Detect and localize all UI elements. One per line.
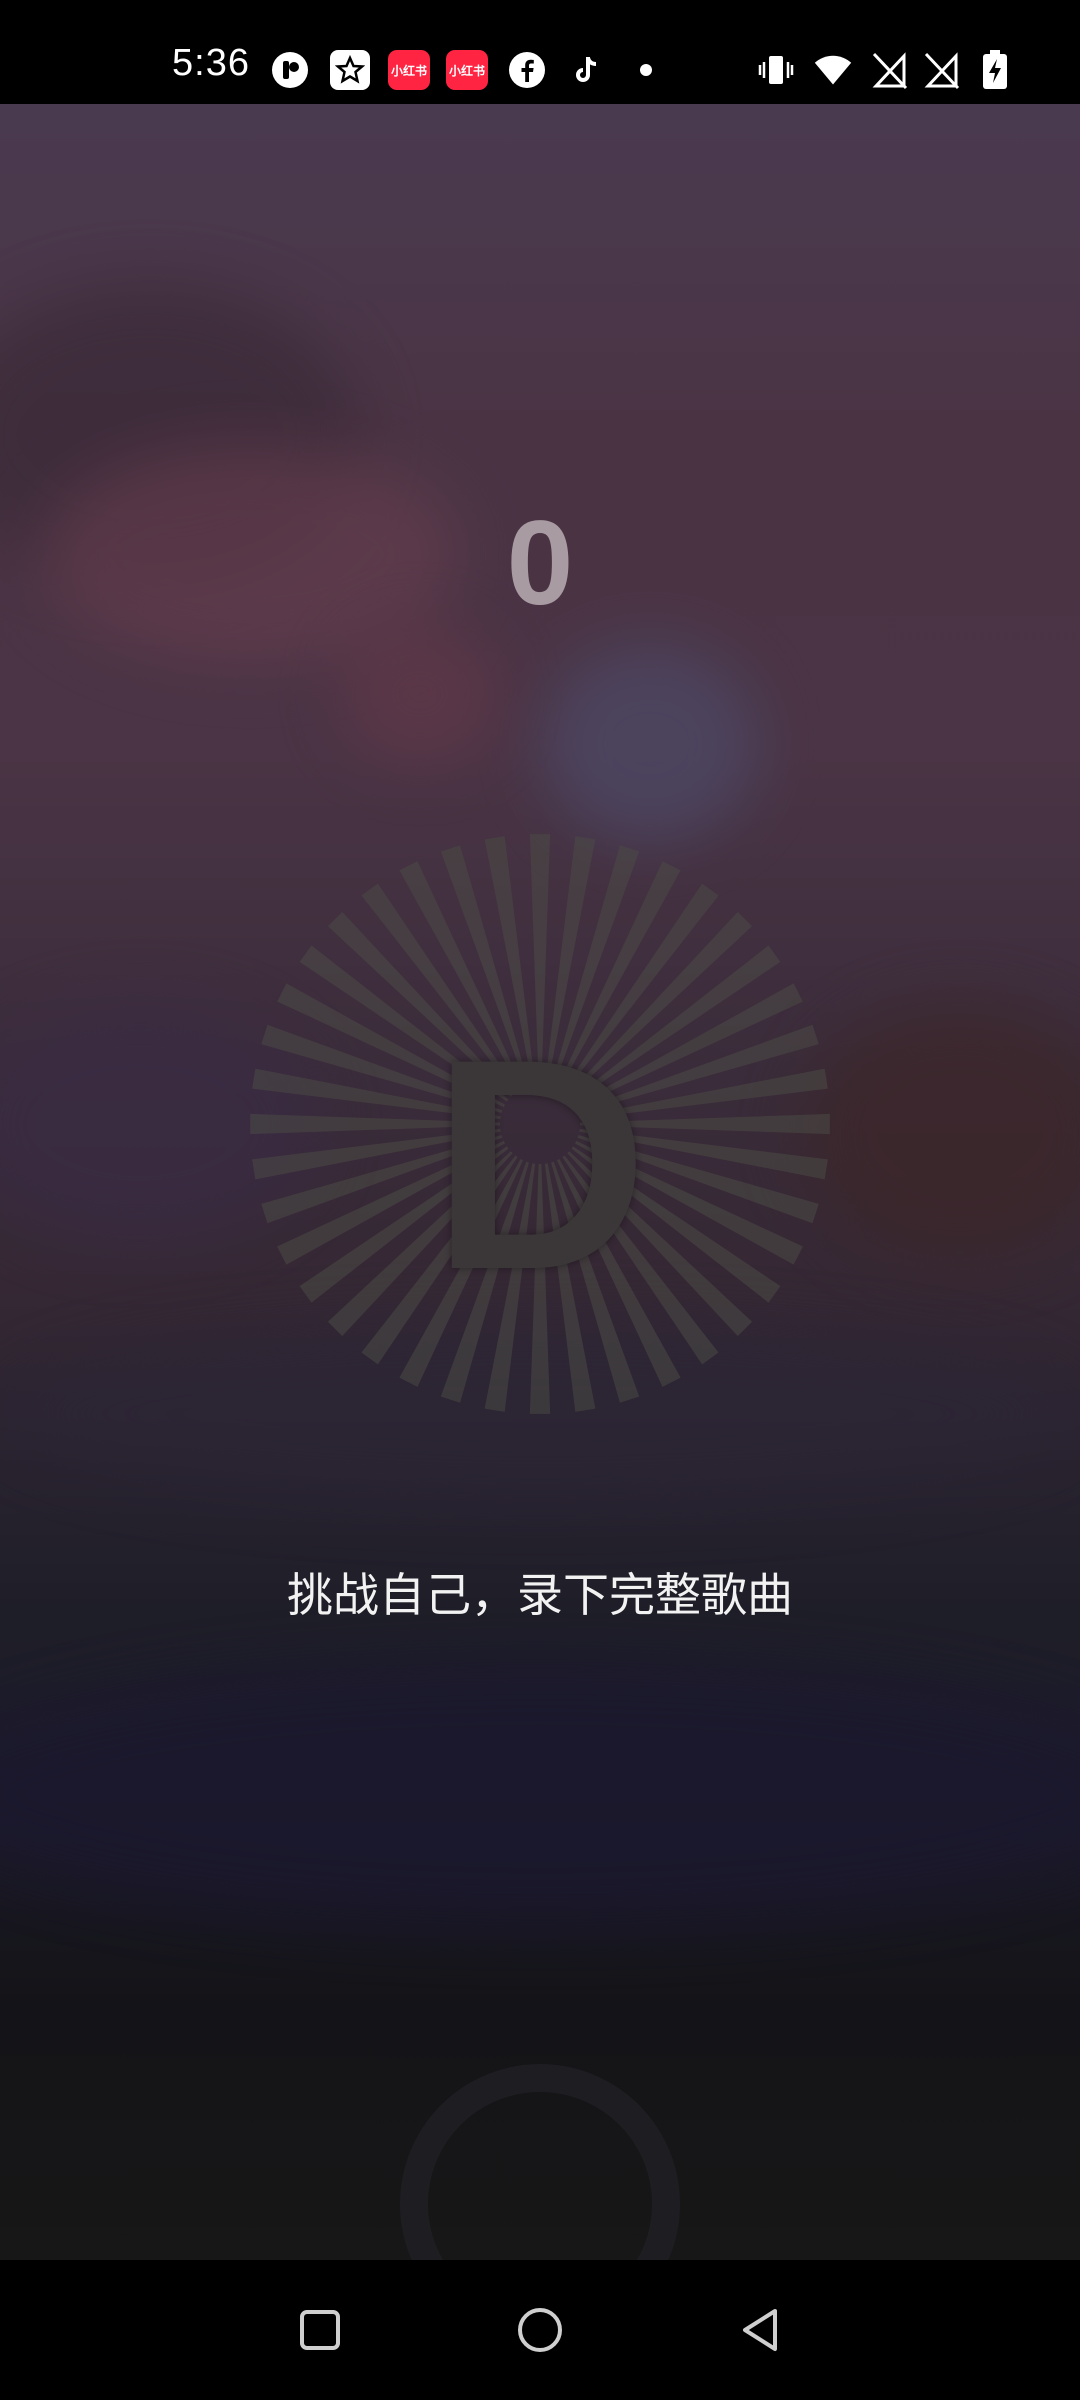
vibrate-icon bbox=[756, 50, 796, 90]
back-icon bbox=[743, 2309, 777, 2351]
recents-icon bbox=[300, 2310, 340, 2350]
threads-icon bbox=[270, 50, 310, 90]
no-sim-icon bbox=[870, 50, 910, 90]
notification-dot-icon bbox=[640, 64, 652, 76]
record-button-ring[interactable] bbox=[400, 2064, 680, 2260]
karaoke-result-screen: 0 D 挑战自己，录下完整歌曲 bbox=[0, 104, 1080, 2260]
status-time: 5:36 bbox=[172, 42, 250, 84]
starred-app-icon bbox=[330, 50, 370, 90]
home-button[interactable] bbox=[510, 2300, 570, 2360]
background-cloud bbox=[340, 624, 500, 764]
no-sim-icon bbox=[922, 50, 962, 90]
xiaohongshu-icon: 小红书 bbox=[446, 50, 488, 90]
grade-letter: D bbox=[431, 996, 649, 1332]
home-icon bbox=[518, 2308, 562, 2352]
back-button[interactable] bbox=[730, 2300, 790, 2360]
facebook-icon bbox=[507, 50, 547, 90]
wifi-icon bbox=[813, 50, 853, 90]
status-bar: 5:36 小红书 小红书 bbox=[0, 0, 1080, 104]
battery-charging-icon bbox=[975, 50, 1015, 90]
navigation-bar bbox=[0, 2260, 1080, 2400]
tiktok-icon bbox=[566, 50, 606, 90]
background-wave bbox=[0, 1664, 1080, 1924]
challenge-prompt: 挑战自己，录下完整歌曲 bbox=[287, 1568, 793, 1622]
score-value: 0 bbox=[506, 496, 574, 630]
recents-button[interactable] bbox=[290, 2300, 350, 2360]
xiaohongshu-icon: 小红书 bbox=[388, 50, 430, 90]
background-moon bbox=[540, 644, 760, 844]
